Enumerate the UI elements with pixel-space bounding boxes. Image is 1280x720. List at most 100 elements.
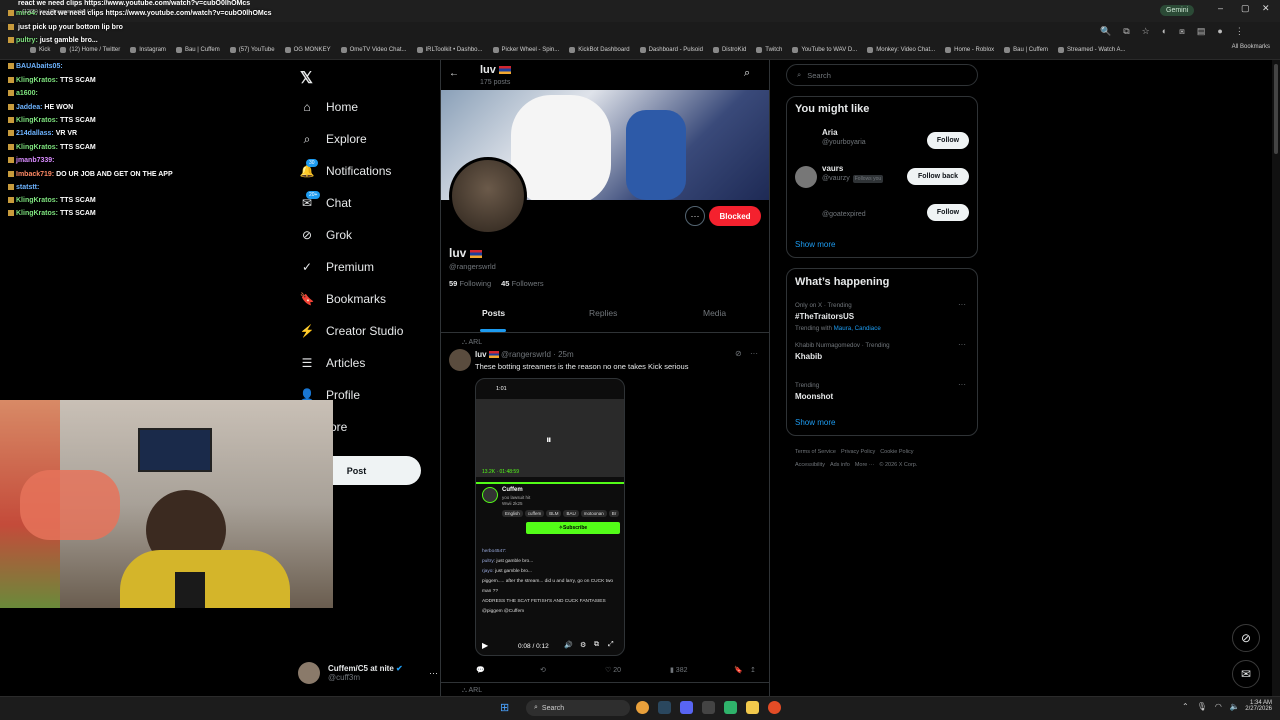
chevron-up-icon[interactable]: ⌃	[1182, 702, 1189, 711]
show-more-link[interactable]: Show more	[795, 240, 835, 249]
bookmark-item[interactable]: DistroKid	[712, 46, 746, 53]
bookmark-item[interactable]: Kick	[30, 46, 50, 53]
more-dots-icon[interactable]: ···	[958, 300, 966, 309]
grok-icon[interactable]: ⊘	[735, 349, 742, 358]
search-icon[interactable]: ⌕	[744, 67, 750, 80]
trend-title[interactable]: #TheTraitorsUS	[795, 312, 854, 321]
wifi-icon[interactable]: ◠	[1215, 702, 1222, 711]
views-stat[interactable]: ▮ 382	[670, 666, 687, 674]
bookmark-item[interactable]: OmeTV Video Chat...	[340, 46, 407, 53]
back-arrow-icon[interactable]: ←	[449, 68, 459, 79]
sidebar-item-grok[interactable]: ⊘ Grok	[300, 228, 352, 242]
settings-icon[interactable]: ⚙	[580, 641, 586, 649]
profile-avatar[interactable]	[449, 157, 527, 235]
sidebar-item-creator-studio[interactable]: ⚡ Creator Studio	[300, 324, 404, 338]
follow-button[interactable]: Follow back	[907, 168, 969, 185]
bookmark-item[interactable]: Bau | Cuffem	[1004, 46, 1048, 53]
bookmark-item[interactable]: Monkey: Video Chat...	[867, 46, 935, 53]
fullscreen-icon[interactable]: ⤢	[608, 641, 614, 649]
bookmark-item[interactable]: OG MONKEY	[284, 46, 331, 53]
bookmark-item[interactable]: Picker Wheel - Spin...	[492, 46, 559, 53]
more-dots-icon[interactable]: ···	[750, 349, 758, 358]
more-options-icon[interactable]: ···	[685, 206, 705, 226]
footer-link[interactable]: Ads info	[830, 462, 850, 468]
tab-posts[interactable]: Posts	[482, 308, 505, 318]
grok-float-icon[interactable]: ⊘	[1232, 624, 1260, 652]
discord-icon[interactable]	[680, 701, 693, 714]
footer-link[interactable]: Privacy Policy	[841, 449, 875, 455]
sidebar-item-home[interactable]: ⌂ Home	[300, 100, 358, 114]
trend-title[interactable]: Khabib	[795, 352, 822, 361]
sidebar-item-explore[interactable]: ⌕ Explore	[300, 132, 367, 147]
sidebar-icon[interactable]: ▤	[1197, 26, 1206, 37]
footer-link[interactable]: © 2026 X Corp.	[879, 462, 917, 468]
bookmark-icon[interactable]: 🔖	[734, 666, 743, 674]
sidebar-item-chat[interactable]: ✉ 20+ Chat	[300, 191, 351, 210]
x-logo-icon[interactable]: 𝕏	[300, 68, 313, 88]
reply-icon[interactable]: 💬	[476, 666, 485, 674]
bookmark-item[interactable]: (12) Home / Twitter	[60, 46, 120, 53]
bookmark-item[interactable]: YouTube to WAV D...	[792, 46, 857, 53]
followers-link[interactable]: 45 Followers	[501, 279, 544, 288]
star-icon[interactable]: ☆	[1142, 26, 1150, 37]
app-icon[interactable]	[724, 701, 737, 714]
pip-icon[interactable]: ⧉	[594, 641, 599, 649]
bookmark-item[interactable]: Bau | Cuffem	[175, 46, 220, 53]
messages-float-icon[interactable]: ✉	[1232, 660, 1260, 688]
following-link[interactable]: 59 Following	[449, 279, 491, 288]
bookmark-item[interactable]: KickBot Dashboard	[569, 46, 630, 53]
bookmark-item[interactable]: Instagram	[130, 46, 166, 53]
like-button[interactable]: ♡ 20	[605, 666, 621, 674]
play-icon[interactable]: ▶	[482, 641, 488, 650]
pause-icon[interactable]: ⏸	[546, 434, 552, 447]
post-avatar[interactable]	[449, 349, 471, 371]
install-icon[interactable]: ⧉	[1123, 26, 1129, 37]
gemini-button[interactable]: Gemini	[1160, 4, 1195, 16]
minimize-icon[interactable]: –	[1218, 3, 1223, 13]
extension-icon[interactable]: ◐	[1162, 26, 1167, 37]
sidebar-item-bookmarks[interactable]: 🔖 Bookmarks	[300, 292, 387, 306]
bookmark-item[interactable]: Streamed - Watch A...	[1057, 46, 1125, 53]
clock[interactable]: 1:34 AM 2/27/2026	[1236, 700, 1272, 712]
footer-link[interactable]: Cookie Policy	[880, 449, 913, 455]
scrollbar-thumb[interactable]	[1274, 64, 1278, 154]
more-dots-icon[interactable]: ···	[958, 340, 966, 349]
avatar[interactable]	[795, 202, 817, 224]
post-video[interactable]: 1:01 ⏸ 13.2K · 01:48:59 Cuffem yoo lawsu…	[475, 378, 625, 656]
browser-icon[interactable]	[768, 701, 781, 714]
sidebar-item-premium[interactable]: ✓ Premium	[300, 260, 374, 274]
browser-tab-title[interactable]: react we need clips https://www.youtube.…	[18, 0, 250, 7]
steam-icon[interactable]	[658, 701, 671, 714]
trend-title[interactable]: Moonshot	[795, 392, 833, 401]
bookmark-item[interactable]: Dashboard - Pulsoid	[639, 46, 703, 53]
puzzle-icon[interactable]: ⧆	[1179, 26, 1185, 37]
maximize-icon[interactable]: ▢	[1241, 3, 1250, 14]
footer-link[interactable]: More ···	[855, 462, 875, 468]
bookmark-item[interactable]: Home - Roblox	[945, 46, 994, 53]
mic-icon[interactable]: 🎙	[1197, 702, 1207, 711]
folder-icon[interactable]	[746, 701, 759, 714]
avatar[interactable]	[795, 130, 817, 152]
all-bookmarks-button[interactable]: All Bookmarks	[1232, 44, 1270, 50]
account-switcher[interactable]: Cuffem/C5 at nite ✔ @cuff3m ···	[298, 660, 438, 686]
avatar[interactable]	[795, 166, 817, 188]
taskbar-search[interactable]: ⌕ Search	[526, 700, 630, 716]
zoom-icon[interactable]: 🔍	[1100, 26, 1111, 37]
subscribe-button[interactable]: ✧ Subscribe	[526, 522, 620, 534]
follow-button[interactable]: Follow	[927, 132, 969, 149]
bookmark-item[interactable]: IRLToolkit • Dashbo...	[416, 46, 483, 53]
more-dots-icon[interactable]: ···	[958, 380, 966, 389]
app-icon[interactable]	[702, 701, 715, 714]
repost-icon[interactable]: ⟲	[540, 666, 546, 674]
bookmark-item[interactable]: (57) YouTube	[229, 46, 275, 53]
sidebar-item-articles[interactable]: ☰ Articles	[300, 356, 366, 370]
browser-tab-title[interactable]: (1265) luv [@rangerswrld] / X	[22, 9, 94, 15]
tab-replies[interactable]: Replies	[589, 308, 617, 318]
chrome-icon[interactable]	[636, 701, 649, 714]
bookmark-item[interactable]: Twitch	[756, 46, 782, 53]
trend-sub-links[interactable]: Maura, Candiace	[834, 325, 881, 332]
blocked-button[interactable]: Blocked	[709, 206, 761, 226]
show-more-link[interactable]: Show more	[795, 418, 835, 427]
start-icon[interactable]: ⊞	[500, 701, 509, 714]
sidebar-item-notifications[interactable]: 🔔 30 Notifications	[300, 159, 391, 178]
